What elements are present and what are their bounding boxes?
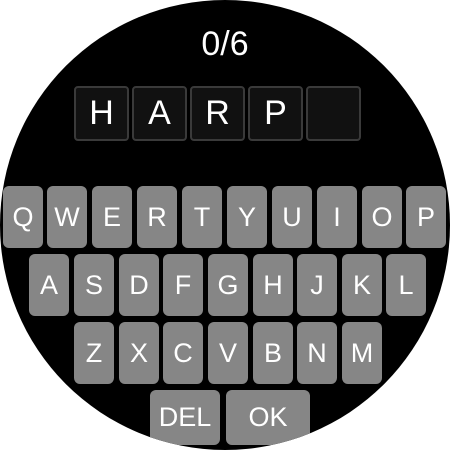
key-d[interactable]: D <box>119 254 159 316</box>
key-j[interactable]: J <box>297 254 337 316</box>
letter-tile: A <box>132 86 187 141</box>
letter-tile: P <box>248 86 303 141</box>
key-o[interactable]: O <box>362 186 402 248</box>
key-w[interactable]: W <box>47 186 87 248</box>
key-e[interactable]: E <box>92 186 132 248</box>
key-v[interactable]: V <box>208 322 248 384</box>
key-a[interactable]: A <box>29 254 69 316</box>
key-c[interactable]: C <box>163 322 203 384</box>
key-m[interactable]: M <box>342 322 382 384</box>
delete-button[interactable]: DEL <box>150 390 220 445</box>
key-h[interactable]: H <box>253 254 293 316</box>
key-g[interactable]: G <box>208 254 248 316</box>
key-q[interactable]: Q <box>3 186 43 248</box>
letter-tile: H <box>74 86 129 141</box>
key-u[interactable]: U <box>272 186 312 248</box>
key-r[interactable]: R <box>137 186 177 248</box>
key-k[interactable]: K <box>342 254 382 316</box>
key-b[interactable]: B <box>253 322 293 384</box>
key-i[interactable]: I <box>317 186 357 248</box>
key-y[interactable]: Y <box>227 186 267 248</box>
key-s[interactable]: S <box>74 254 114 316</box>
key-x[interactable]: X <box>119 322 159 384</box>
key-l[interactable]: L <box>386 254 426 316</box>
attempt-counter: 0/6 <box>201 25 249 63</box>
key-p[interactable]: P <box>406 186 446 248</box>
letter-tile: R <box>190 86 245 141</box>
letter-tile-empty <box>306 86 361 141</box>
key-t[interactable]: T <box>182 186 222 248</box>
guess-row: H A R P <box>74 86 361 141</box>
key-z[interactable]: Z <box>74 322 114 384</box>
key-f[interactable]: F <box>163 254 203 316</box>
key-n[interactable]: N <box>297 322 337 384</box>
watch-face: 0/6 H A R P Q W E R T Y U I O P A S D F … <box>0 0 450 450</box>
ok-button[interactable]: OK <box>226 390 310 445</box>
